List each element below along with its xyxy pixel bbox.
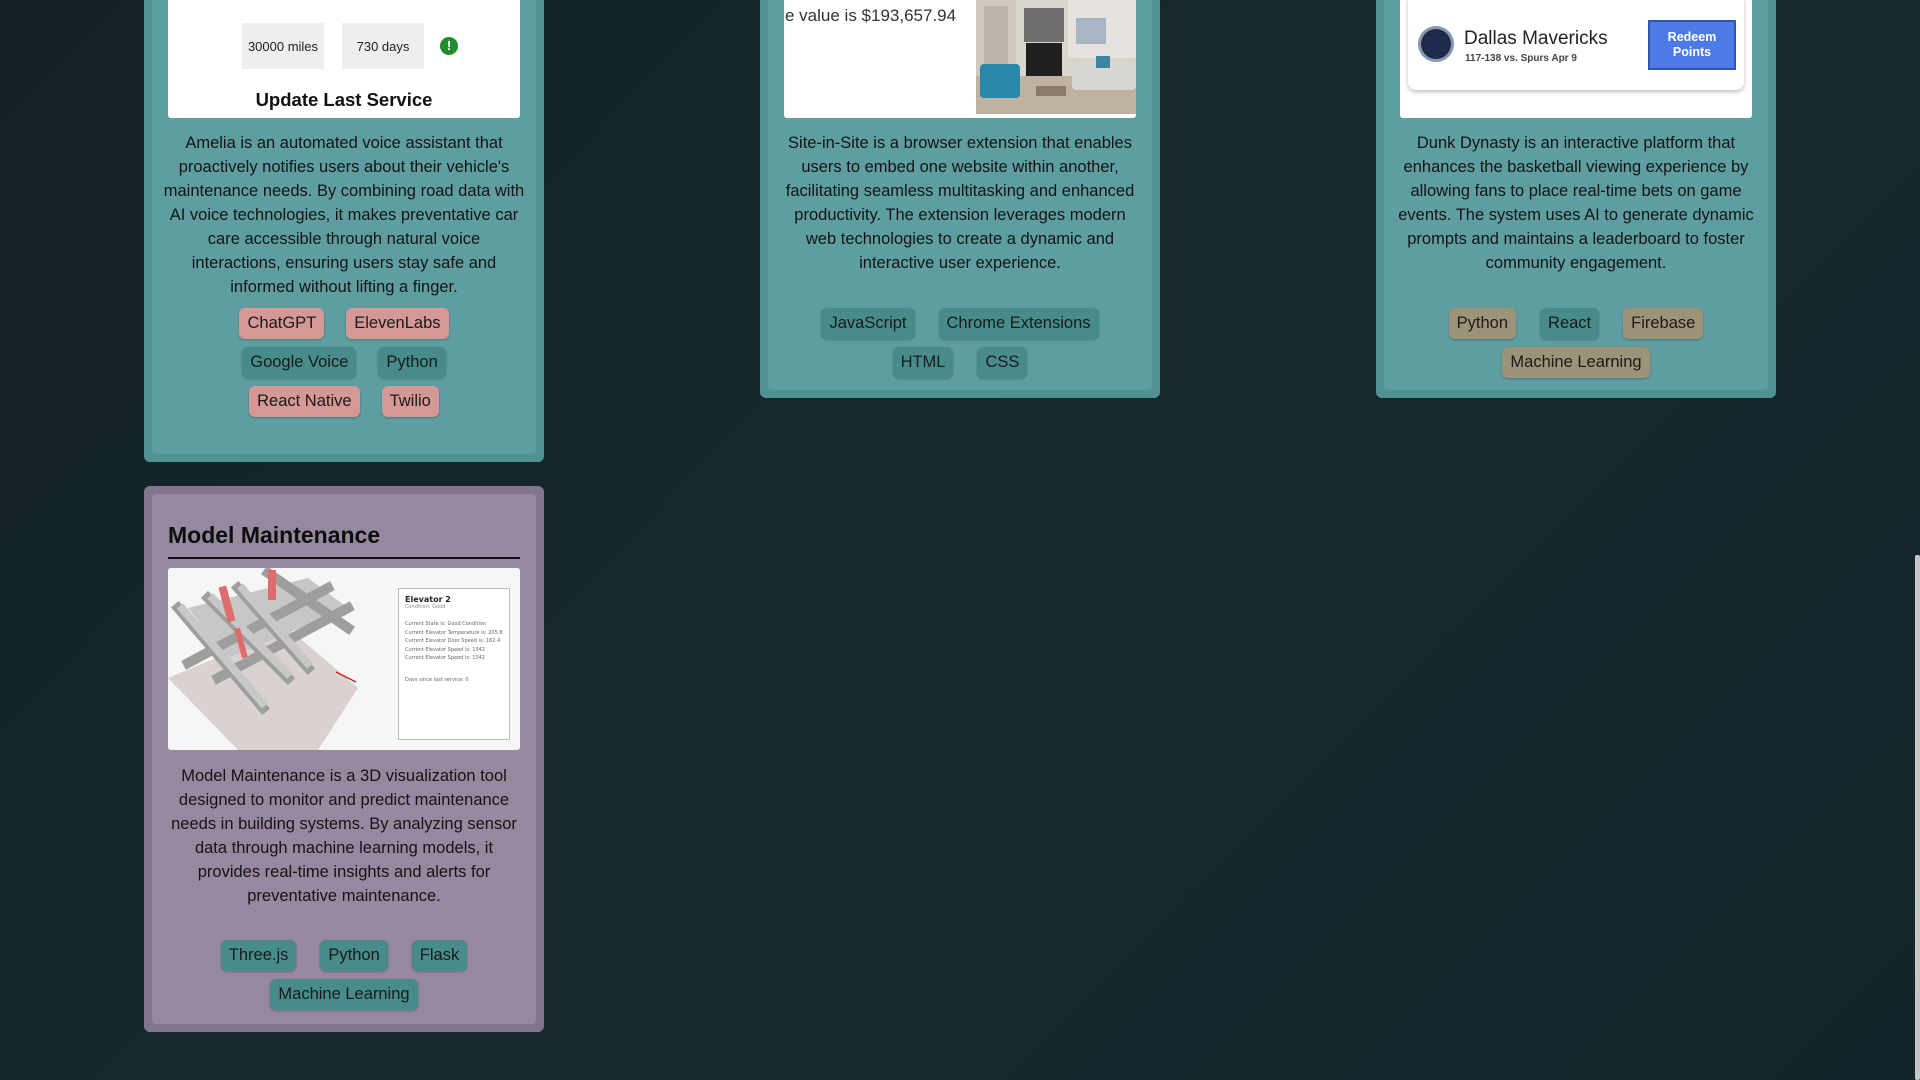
panel-subtitle: Condition: Good <box>405 604 446 610</box>
tag-google-voice: Google Voice <box>242 347 357 378</box>
mavericks-logo-icon <box>1418 26 1454 62</box>
tag-list: Three.js Python Flask Machine Learning <box>192 940 496 1010</box>
project-description: Model Maintenance is a 3D visualization … <box>171 767 517 905</box>
tag-chatgpt: ChatGPT <box>239 308 325 339</box>
panel-line: Current Elevator Door Speed is: 162.4 <box>405 638 501 644</box>
panel-line: Current State is: Good Condition <box>405 621 487 627</box>
project-card-site-in-site: e value is $193,657.94 Site-in-Site is a… <box>760 0 1160 398</box>
tag-threejs: Three.js <box>220 940 297 971</box>
panel-line: Current Elevator Temperature is: 205.8 <box>405 629 503 636</box>
page-scrollbar[interactable] <box>1915 555 1920 1080</box>
project-description: Site-in-Site is a browser extension that… <box>785 134 1135 272</box>
mileage-box: 30000 miles <box>242 23 324 69</box>
home-value-text: e value is $193,657.94 <box>785 6 957 25</box>
project-description: Amelia is an automated voice assistant t… <box>163 134 525 296</box>
tag-flask: Flask <box>411 940 468 971</box>
project-preview-model-maintenance: Elevator 2 Condition: Good Current State… <box>168 568 520 750</box>
project-description: Dunk Dynasty is an interactive platform … <box>1398 134 1754 272</box>
living-room-image <box>976 0 1136 114</box>
panel-footer: Days since last service: 0 <box>405 676 469 683</box>
tag-elevenlabs: ElevenLabs <box>346 308 449 339</box>
tag-python: Python <box>1448 308 1517 339</box>
project-preview-amelia: 30000 miles 730 days ! Update Last Servi… <box>168 0 520 118</box>
panel-line: Current Elevator Speed is: 1342 <box>405 655 485 661</box>
tag-react: React <box>1540 308 1600 339</box>
project-card-dunk-dynasty: Dallas Mavericks 117-138 vs. Spurs Apr 9… <box>1376 0 1776 398</box>
days-box: 730 days <box>342 23 424 69</box>
project-title: Model Maintenance <box>168 522 520 559</box>
tag-twilio: Twilio <box>381 386 439 417</box>
tag-firebase: Firebase <box>1623 308 1704 339</box>
game-score: 117-138 vs. Spurs Apr 9 <box>1465 53 1577 64</box>
tag-list: Python React Firebase Machine Learning <box>1414 308 1738 378</box>
alert-icon: ! <box>440 37 458 55</box>
team-name: Dallas Mavericks <box>1464 28 1608 49</box>
tag-html: HTML <box>892 347 954 378</box>
tag-chrome-extensions: Chrome Extensions <box>938 308 1099 339</box>
tag-javascript: JavaScript <box>821 308 915 339</box>
tag-css: CSS <box>977 347 1028 378</box>
project-preview-site-in-site: e value is $193,657.94 <box>784 0 1136 118</box>
tag-machine-learning: Machine Learning <box>270 979 418 1010</box>
tag-list: ChatGPT ElevenLabs Google Voice Python R… <box>170 308 518 417</box>
tag-machine-learning: Machine Learning <box>1502 347 1650 378</box>
tag-list: JavaScript Chrome Extensions HTML CSS <box>798 308 1122 378</box>
project-card-model-maintenance: Model Maintenance Elevator 2 Condition: … <box>144 486 544 1032</box>
tag-python: Python <box>378 347 446 378</box>
panel-title: Elevator 2 <box>405 595 451 604</box>
project-preview-dunk-dynasty: Dallas Mavericks 117-138 vs. Spurs Apr 9… <box>1400 0 1752 118</box>
redeem-points-button[interactable]: Redeem Points <box>1648 20 1736 70</box>
project-card-amelia: 30000 miles 730 days ! Update Last Servi… <box>144 0 544 462</box>
elevator-info-panel: Elevator 2 Condition: Good Current State… <box>398 588 510 740</box>
panel-line: Current Elevator Speed is: 1342 <box>405 646 485 653</box>
update-service-button[interactable]: Update Last Service <box>168 89 520 111</box>
tag-react-native: React Native <box>249 386 360 417</box>
tag-python: Python <box>320 940 388 971</box>
